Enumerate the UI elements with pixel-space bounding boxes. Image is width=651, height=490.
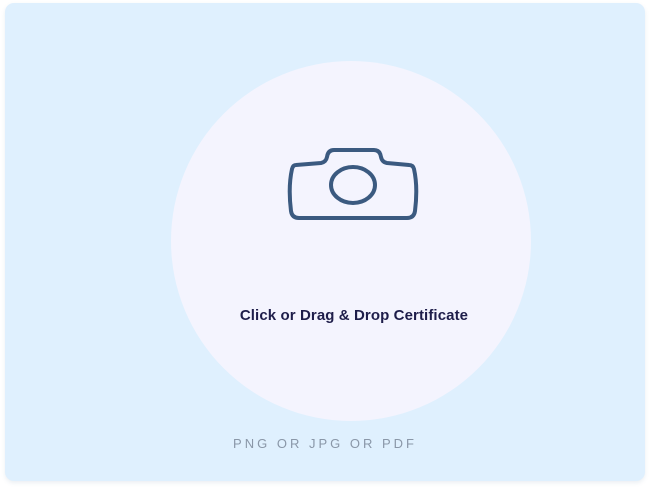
upload-prompt: Click or Drag & Drop Certificate bbox=[239, 307, 469, 324]
camera-icon bbox=[287, 148, 419, 220]
accepted-formats-hint: PNG OR JPG OR PDF bbox=[233, 436, 417, 451]
drop-target-circle[interactable]: Click or Drag & Drop Certificate bbox=[171, 61, 531, 421]
certificate-upload-dropzone[interactable]: Click or Drag & Drop Certificate PNG OR … bbox=[5, 3, 645, 481]
